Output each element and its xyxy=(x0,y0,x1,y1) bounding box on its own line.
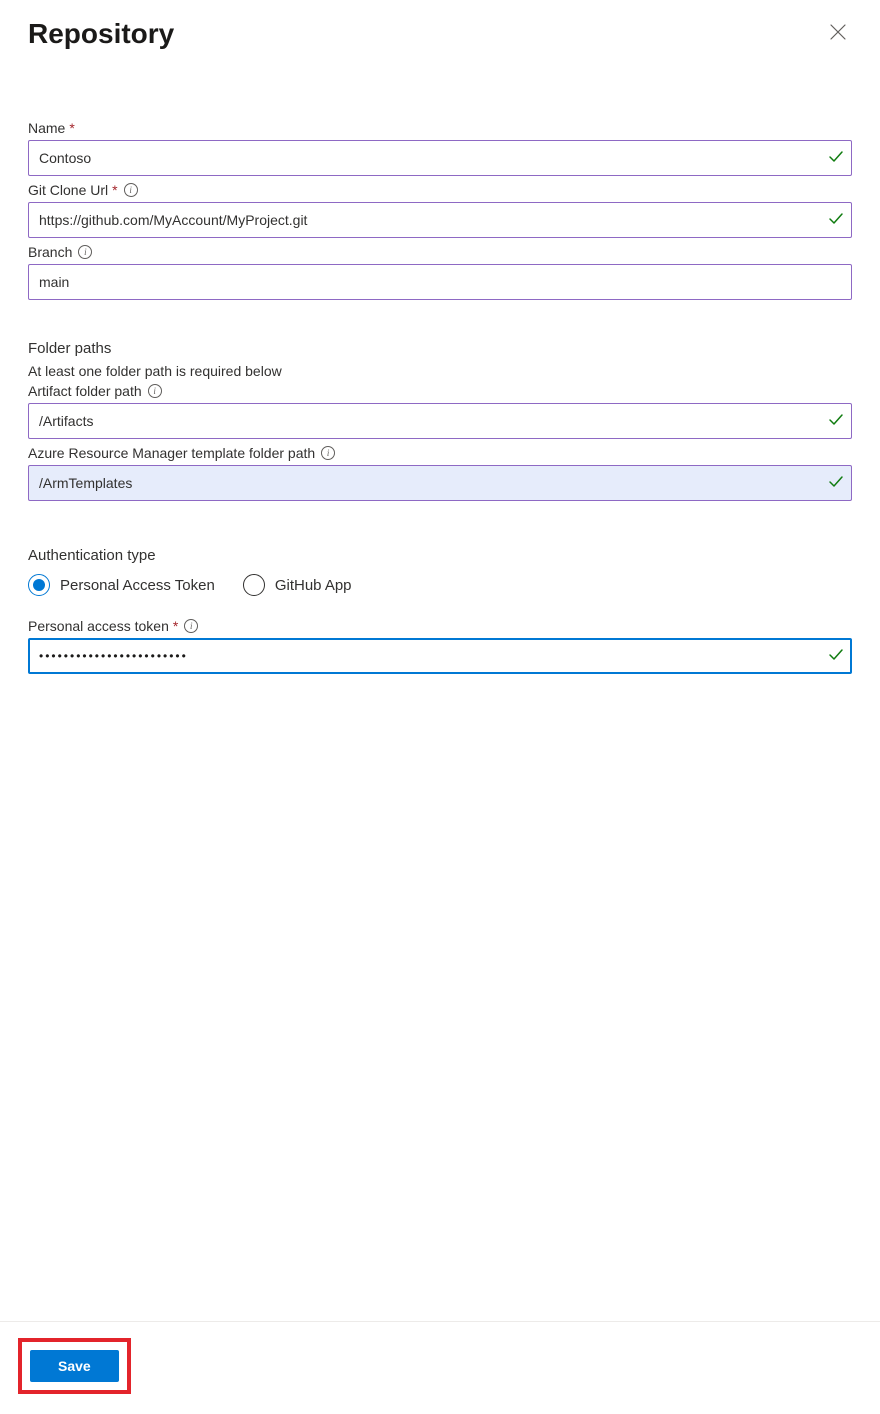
armpath-label: Azure Resource Manager template folder p… xyxy=(28,445,852,461)
name-input[interactable] xyxy=(28,140,852,176)
info-icon[interactable]: i xyxy=(321,446,335,460)
label-text: Artifact folder path xyxy=(28,383,142,399)
folderpaths-title: Folder paths xyxy=(28,340,852,357)
auth-title: Authentication type xyxy=(28,547,852,564)
save-button[interactable]: Save xyxy=(30,1350,119,1382)
radio-label: Personal Access Token xyxy=(60,577,215,594)
artifact-label: Artifact folder path i xyxy=(28,383,852,399)
branch-input[interactable] xyxy=(28,264,852,300)
required-asterisk: * xyxy=(112,182,117,198)
close-button[interactable] xyxy=(824,18,852,46)
label-text: Azure Resource Manager template folder p… xyxy=(28,445,315,461)
label-text: Personal access token xyxy=(28,618,169,634)
required-asterisk: * xyxy=(69,120,74,136)
folderpaths-helper: At least one folder path is required bel… xyxy=(28,363,852,379)
artifact-input[interactable] xyxy=(28,403,852,439)
armpath-input[interactable] xyxy=(28,465,852,501)
panel-header: Repository xyxy=(28,18,852,50)
name-label: Name * xyxy=(28,120,852,136)
auth-radio-group: Personal Access Token GitHub App xyxy=(28,574,852,596)
form-body: Name * Git Clone Url * i Branch i xyxy=(28,120,852,1321)
giturl-label: Git Clone Url * i xyxy=(28,182,852,198)
pat-label: Personal access token * i xyxy=(28,618,852,634)
label-text: Git Clone Url xyxy=(28,182,108,198)
radio-github-app[interactable]: GitHub App xyxy=(243,574,352,596)
branch-label: Branch i xyxy=(28,244,852,260)
close-icon xyxy=(830,24,846,40)
info-icon[interactable]: i xyxy=(184,619,198,633)
radio-label: GitHub App xyxy=(275,577,352,594)
pat-input[interactable] xyxy=(28,638,852,674)
page-title: Repository xyxy=(28,18,174,50)
giturl-input[interactable] xyxy=(28,202,852,238)
panel-footer: Save xyxy=(0,1321,880,1414)
label-text: Name xyxy=(28,120,65,136)
radio-indicator xyxy=(28,574,50,596)
info-icon[interactable]: i xyxy=(78,245,92,259)
radio-personal-access-token[interactable]: Personal Access Token xyxy=(28,574,215,596)
required-asterisk: * xyxy=(173,618,178,634)
label-text: Branch xyxy=(28,244,72,260)
info-icon[interactable]: i xyxy=(148,384,162,398)
radio-indicator xyxy=(243,574,265,596)
info-icon[interactable]: i xyxy=(124,183,138,197)
save-highlight-box: Save xyxy=(18,1338,131,1394)
